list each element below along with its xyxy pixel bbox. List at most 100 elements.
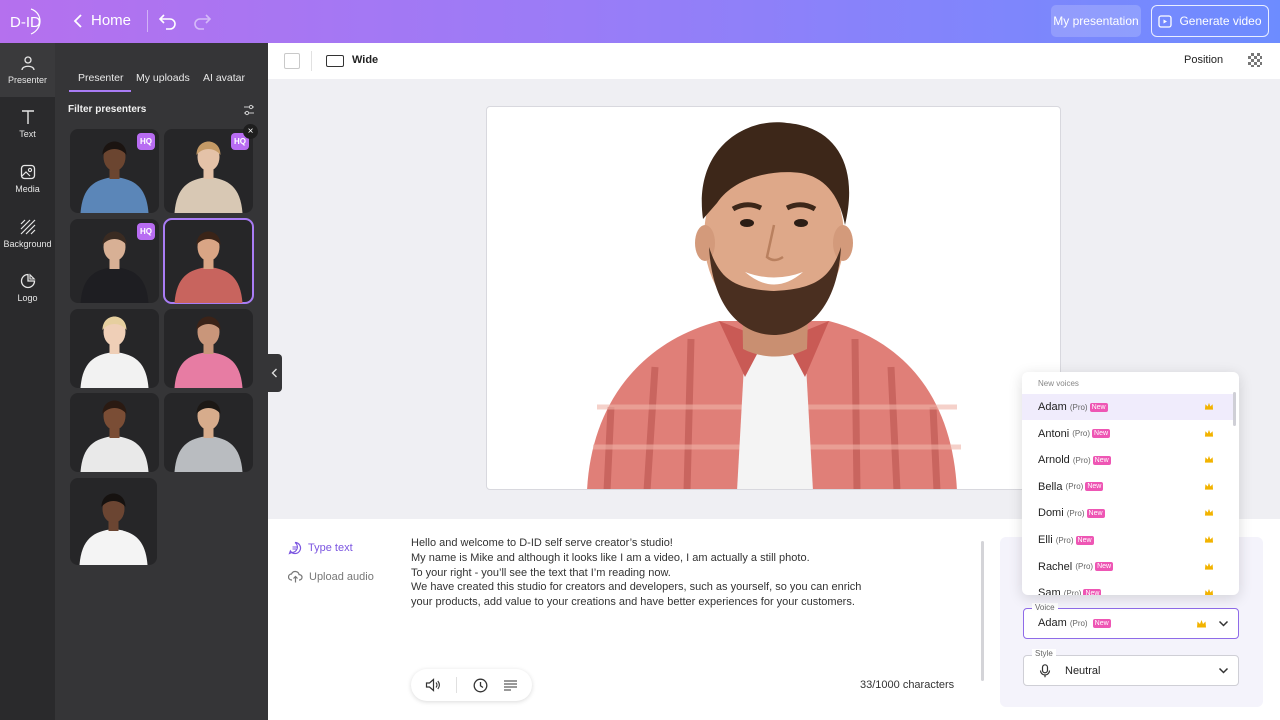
crown-icon [1204,482,1214,490]
voice-option[interactable]: Bella (Pro) New [1022,474,1233,500]
presenter-thumbnail[interactable] [70,478,157,565]
tab-presenter[interactable]: Presenter [78,72,124,84]
crown-icon [1204,456,1214,463]
rail-label: Media [15,184,40,194]
upload-audio-tab[interactable]: Upload audio [288,570,374,583]
crown-icon [1204,402,1214,410]
presenter-thumbnail[interactable]: HQ [70,219,159,303]
rail-item-logo[interactable]: Logo [0,261,55,315]
voice-option[interactable]: Antoni (Pro) New [1022,421,1233,447]
video-canvas[interactable] [486,106,1061,490]
filter-presenters-label: Filter presenters [68,104,147,115]
canvas-toolbar: Wide Position [268,43,1280,79]
text-lines-icon[interactable] [503,679,518,691]
logo-icon [20,273,36,289]
dropdown-scrollbar[interactable] [1233,392,1236,426]
presenter-photo [80,316,149,388]
new-badge: New [1092,429,1111,439]
remove-presenter-button[interactable]: × [243,124,258,139]
pro-label: (Pro) [1069,402,1088,412]
my-presentation-button[interactable]: My presentation [1051,5,1141,37]
style-select[interactable]: Neutral [1023,655,1239,686]
presenter-photo [174,400,243,472]
position-button[interactable]: Position [1184,54,1223,66]
crown-icon [1205,589,1213,595]
presenter-image [587,122,961,489]
presenter-thumbnail[interactable] [70,309,159,388]
text-icon [21,110,34,124]
chevron-down-icon [1218,667,1229,674]
rail-item-text[interactable]: Text [0,97,55,151]
d-id-logo-icon[interactable]: D-ID [9,7,45,35]
voice-option[interactable]: Sam (Pro) New [1022,580,1233,595]
background-color-swatch[interactable] [284,53,300,69]
voice-option[interactable]: Adam (Pro) New [1022,394,1233,420]
type-text-tab[interactable]: Type text [288,541,353,555]
presenter-thumbnail[interactable]: HQ [164,129,253,213]
logo-text: D-ID [10,14,41,31]
rail-item-presenter[interactable]: Presenter [0,43,55,97]
new-badge: New [1092,619,1111,628]
aspect-ratio-label[interactable]: Wide [352,54,378,66]
presenter-tabs: Presenter My uploads AI avatar [55,43,268,93]
character-count: 33/1000 characters [860,679,955,691]
undo-icon[interactable] [158,11,178,31]
presenter-panel: Presenter My uploads AI avatar Filter pr… [55,43,268,720]
pro-label: (Pro) [1065,482,1084,492]
new-badge: New [1095,562,1114,572]
aspect-ratio-icon[interactable] [326,55,344,67]
script-text-area[interactable]: Hello and welcome to D-ID self serve cre… [411,536,881,610]
style-field-label: Style [1032,649,1056,658]
script-line: My name is Mike and although it looks li… [411,551,810,564]
pro-label: (Pro) [1069,619,1088,628]
voice-option[interactable]: Arnold (Pro) New [1022,447,1233,473]
generate-video-label: Generate video [1179,14,1262,28]
voice-option[interactable]: Elli (Pro) New [1022,527,1233,553]
pro-label: (Pro) [1072,429,1091,439]
generate-video-button[interactable]: Generate video [1151,5,1269,37]
new-badge: New [1083,588,1102,595]
speaker-icon[interactable] [425,678,441,692]
new-badge: New [1086,508,1105,518]
script-line: Hello and welcome to D-ID self serve cre… [411,537,673,549]
active-tab-indicator [69,90,131,92]
back-home-button[interactable]: Home [73,12,131,29]
new-badge: New [1085,482,1104,492]
voice-option[interactable]: Domi (Pro) New [1022,500,1233,526]
crown-icon [1204,535,1214,543]
presenter-photo [79,493,148,565]
redo-icon[interactable] [192,11,212,31]
voice-option-name: Domi [1038,507,1064,520]
transparency-icon[interactable] [1248,53,1262,67]
media-icon [20,164,35,180]
new-voices-header: New voices [1038,379,1079,388]
presenter-thumbnail[interactable] [164,393,253,472]
script-tools [411,669,532,701]
sliders-icon[interactable] [243,104,255,116]
presenter-thumbnail[interactable] [70,393,159,472]
crown-icon [1197,620,1206,628]
rail-label: Presenter [7,75,48,85]
voice-field-label: Voice [1032,603,1058,612]
person-icon [20,56,35,71]
clock-icon[interactable] [473,678,488,693]
presenter-thumbnail[interactable] [164,309,253,388]
upload-audio-label: Upload audio [309,570,374,583]
tab-ai-avatar[interactable]: AI avatar [203,72,245,84]
chevron-left-icon [271,368,277,378]
tab-my-uploads[interactable]: My uploads [136,72,190,84]
rail-item-background[interactable]: Background [0,207,55,261]
pro-label: (Pro) [1072,455,1091,465]
voice-option[interactable]: Rachel (Pro) New [1022,554,1233,580]
presenter-thumbnail[interactable] [163,218,254,304]
crown-icon [1204,429,1214,437]
rail-item-media[interactable]: Media [0,152,55,206]
chat-bubble-icon [288,541,302,555]
collapse-panel-button[interactable] [267,354,282,392]
editor-scrollbar[interactable] [981,541,984,681]
presenter-photo [80,400,149,472]
voice-select[interactable]: Adam (Pro) New [1023,608,1239,639]
voice-option-name: Adam [1038,401,1067,413]
presenter-thumbnail[interactable]: HQ [70,129,159,213]
script-line: We have created this studio for creators… [411,581,862,594]
